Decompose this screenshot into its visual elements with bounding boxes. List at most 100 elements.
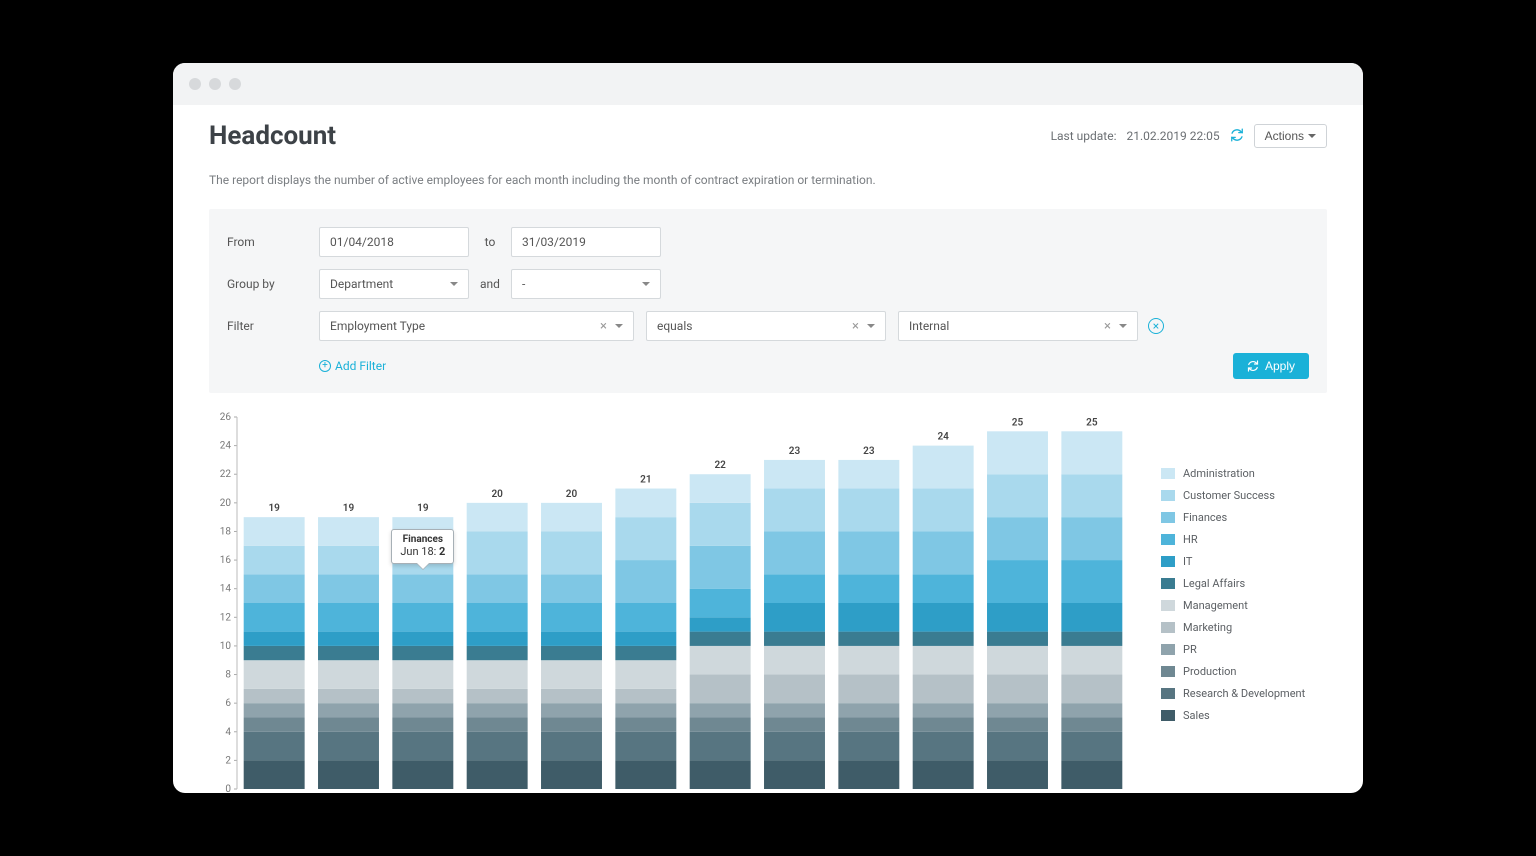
filter-field-select[interactable]: Employment Type × — [319, 311, 634, 341]
bar-segment[interactable] — [615, 703, 676, 717]
bar-segment[interactable] — [318, 732, 379, 761]
bar-segment[interactable] — [615, 689, 676, 703]
bar-segment[interactable] — [318, 703, 379, 717]
bar-segment[interactable] — [318, 646, 379, 660]
bar-segment[interactable] — [392, 732, 453, 761]
bar-segment[interactable] — [913, 574, 974, 603]
bar-segment[interactable] — [392, 646, 453, 660]
bar-segment[interactable] — [838, 675, 899, 704]
bar-segment[interactable] — [244, 717, 305, 731]
bar-segment[interactable] — [838, 703, 899, 717]
legend-item[interactable]: Marketing — [1161, 621, 1327, 634]
legend-item[interactable]: Research & Development — [1161, 687, 1327, 700]
bar-segment[interactable] — [318, 717, 379, 731]
bar-segment[interactable] — [1061, 717, 1122, 731]
bar-segment[interactable] — [318, 689, 379, 703]
bar-segment[interactable] — [615, 732, 676, 761]
bar-segment[interactable] — [987, 760, 1048, 789]
bar-segment[interactable] — [467, 632, 528, 646]
bar-segment[interactable] — [764, 675, 825, 704]
bar-segment[interactable] — [244, 703, 305, 717]
group-by-select[interactable]: Department — [319, 269, 469, 299]
bar-segment[interactable] — [913, 489, 974, 532]
bar-segment[interactable] — [764, 760, 825, 789]
bar-segment[interactable] — [615, 632, 676, 646]
bar-segment[interactable] — [615, 560, 676, 603]
bar-segment[interactable] — [764, 732, 825, 761]
bar-segment[interactable] — [690, 503, 751, 546]
window-minimize-dot[interactable] — [209, 78, 221, 90]
bar-segment[interactable] — [764, 703, 825, 717]
window-close-dot[interactable] — [189, 78, 201, 90]
bar-segment[interactable] — [987, 431, 1048, 474]
bar-segment[interactable] — [838, 717, 899, 731]
bar-segment[interactable] — [987, 646, 1048, 675]
bar-segment[interactable] — [244, 660, 305, 689]
bar-segment[interactable] — [318, 760, 379, 789]
bar-segment[interactable] — [913, 760, 974, 789]
bar-segment[interactable] — [913, 603, 974, 632]
add-filter-link[interactable]: + Add Filter — [319, 359, 386, 373]
bar-segment[interactable] — [913, 732, 974, 761]
bar-segment[interactable] — [541, 717, 602, 731]
bar-segment[interactable] — [392, 717, 453, 731]
to-date-input[interactable]: 31/03/2019 — [511, 227, 661, 257]
legend-item[interactable]: Customer Success — [1161, 489, 1327, 502]
bar-segment[interactable] — [615, 489, 676, 518]
bar-segment[interactable] — [1061, 732, 1122, 761]
bar-segment[interactable] — [467, 703, 528, 717]
bar-segment[interactable] — [318, 546, 379, 575]
bar-segment[interactable] — [467, 531, 528, 574]
bar-segment[interactable] — [987, 632, 1048, 646]
bar-segment[interactable] — [541, 632, 602, 646]
legend-item[interactable]: Administration — [1161, 467, 1327, 480]
bar-segment[interactable] — [541, 732, 602, 761]
legend-item[interactable]: Legal Affairs — [1161, 577, 1327, 590]
bar-segment[interactable] — [838, 489, 899, 532]
bar-segment[interactable] — [987, 675, 1048, 704]
bar-segment[interactable] — [1061, 632, 1122, 646]
bar-segment[interactable] — [392, 660, 453, 689]
bar-segment[interactable] — [1061, 646, 1122, 675]
bar-segment[interactable] — [1061, 474, 1122, 517]
bar-segment[interactable] — [541, 689, 602, 703]
bar-segment[interactable] — [541, 503, 602, 532]
bar-segment[interactable] — [392, 517, 453, 546]
bar-segment[interactable] — [541, 603, 602, 632]
legend-item[interactable]: Production — [1161, 665, 1327, 678]
legend-item[interactable]: HR — [1161, 533, 1327, 546]
clear-icon[interactable]: × — [852, 320, 859, 333]
bar-segment[interactable] — [690, 760, 751, 789]
bar-segment[interactable] — [392, 703, 453, 717]
bar-segment[interactable] — [838, 632, 899, 646]
bar-segment[interactable] — [913, 717, 974, 731]
group-by-2-select[interactable]: - — [511, 269, 661, 299]
bar-segment[interactable] — [467, 603, 528, 632]
bar-segment[interactable] — [541, 760, 602, 789]
bar-segment[interactable] — [392, 632, 453, 646]
bar-segment[interactable] — [244, 760, 305, 789]
filter-operator-select[interactable]: equals × — [646, 311, 886, 341]
bar-segment[interactable] — [244, 603, 305, 632]
bar-segment[interactable] — [913, 703, 974, 717]
bar-segment[interactable] — [467, 689, 528, 703]
bar-segment[interactable] — [987, 703, 1048, 717]
window-zoom-dot[interactable] — [229, 78, 241, 90]
filter-value-select[interactable]: Internal × — [898, 311, 1138, 341]
bar-segment[interactable] — [1061, 517, 1122, 560]
bar-segment[interactable] — [913, 632, 974, 646]
legend-item[interactable]: Finances — [1161, 511, 1327, 524]
bar-segment[interactable] — [690, 675, 751, 704]
bar-segment[interactable] — [690, 546, 751, 589]
bar-segment[interactable] — [764, 531, 825, 574]
bar-segment[interactable] — [615, 517, 676, 560]
bar-segment[interactable] — [764, 717, 825, 731]
bar-segment[interactable] — [318, 517, 379, 546]
clear-icon[interactable]: × — [1104, 320, 1111, 333]
bar-segment[interactable] — [615, 760, 676, 789]
actions-menu-button[interactable]: Actions — [1254, 124, 1327, 148]
bar-segment[interactable] — [690, 589, 751, 618]
bar-segment[interactable] — [838, 574, 899, 603]
bar-segment[interactable] — [764, 489, 825, 532]
bar-segment[interactable] — [467, 732, 528, 761]
